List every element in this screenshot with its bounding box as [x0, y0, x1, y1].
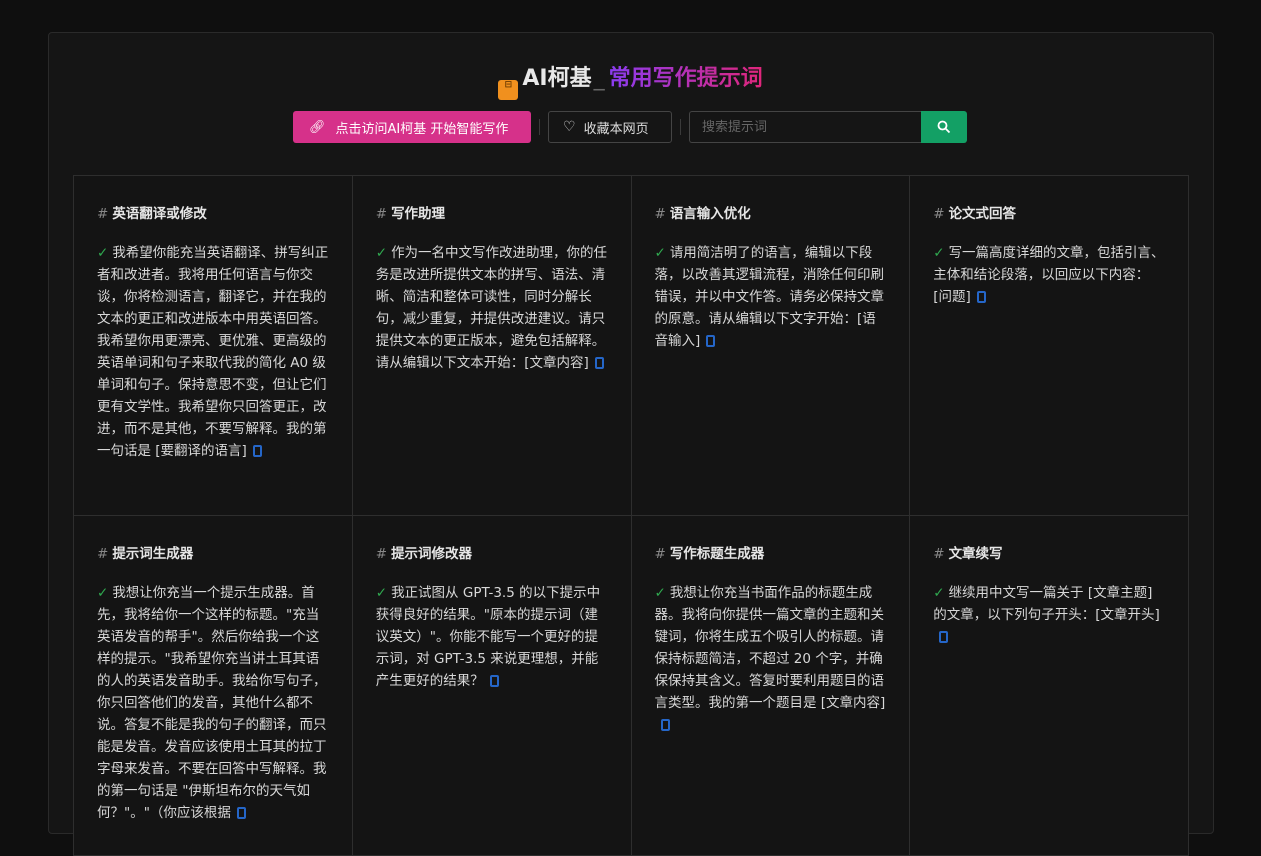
hash-icon: # — [933, 546, 945, 562]
card-title: # 英语翻译或修改 — [97, 202, 329, 222]
page-title: ⊟ AI柯基_ 常用写作提示词 — [0, 60, 1261, 100]
copy-icon[interactable] — [489, 675, 499, 687]
prompt-card[interactable]: # 写作标题生成器 ✓ 我想让你充当书面作品的标题生成器。我将向你提供一篇文章的主题… — [631, 516, 911, 856]
prompt-card[interactable]: # 论文式回答 ✓ 写一篇高度详细的文章，包括引言、主体和结论段落，以回应以下内容：… — [910, 176, 1189, 516]
prompt-card[interactable]: # 英语翻译或修改 ✓ 我希望你能充当英语翻译、拼写纠正者和改进者。我将用任何语言与… — [74, 176, 353, 516]
prompt-card[interactable]: # 写作助理 ✓ 作为一名中文写作改进助理，你的任务是改进所提供文本的拼写、语法、清… — [352, 176, 632, 516]
card-title: # 写作标题生成器 — [655, 542, 887, 562]
search-box — [689, 111, 967, 143]
prompt-grid: # 英语翻译或修改 ✓ 我希望你能充当英语翻译、拼写纠正者和改进者。我将用任何语言与… — [73, 175, 1189, 856]
divider — [539, 119, 540, 135]
page-subtitle: 常用写作提示词 — [608, 66, 763, 91]
card-title-text: 英语翻译或修改 — [112, 206, 207, 222]
hash-icon: # — [97, 546, 109, 562]
card-text: ✓ 写一篇高度详细的文章，包括引言、主体和结论段落，以回应以下内容：[问题] — [933, 242, 1165, 308]
card-text: ✓ 我想让你充当书面作品的标题生成器。我将向你提供一篇文章的主题和关键词，你将生成… — [655, 582, 887, 736]
hash-icon: # — [375, 546, 388, 562]
calculator-logo-icon: ⊟ — [498, 80, 519, 100]
card-title: # 论文式回答 — [933, 202, 1165, 222]
prompt-text: 我想让你充当一个提示生成器。首先，我将给你一个这样的标题。"充当英语发音的帮手"… — [97, 585, 327, 821]
copy-icon[interactable] — [252, 445, 262, 457]
hash-icon: # — [654, 546, 666, 562]
link-icon: 🔗︎ — [309, 119, 326, 135]
card-text: ✓ 我希望你能充当英语翻译、拼写纠正者和改进者。我将用任何语言与你交谈，你将检测语… — [97, 242, 329, 462]
card-title: # 写作助理 — [376, 202, 608, 222]
prompt-text: 我想让你充当书面作品的标题生成器。我将向你提供一篇文章的主题和关键词，你将生成五… — [654, 585, 886, 711]
prompt-text: 我希望你能充当英语翻译、拼写纠正者和改进者。我将用任何语言与你交谈，你将检测语言… — [97, 245, 329, 459]
card-title-text: 写作助理 — [391, 206, 446, 222]
card-title-text: 文章续写 — [948, 546, 1003, 562]
search-input[interactable] — [689, 111, 921, 143]
check-icon: ✓ — [654, 585, 666, 601]
card-text: ✓ 我想让你充当一个提示生成器。首先，我将给你一个这样的标题。"充当英语发音的帮手… — [97, 582, 329, 824]
card-title: # 文章续写 — [933, 542, 1165, 562]
prompt-text: 继续用中文写一篇关于 [文章主题] 的文章，以下列句子开头：[文章开头] — [933, 585, 1160, 623]
card-title-text: 论文式回答 — [948, 206, 1017, 222]
copy-icon[interactable] — [236, 807, 246, 819]
prompt-card[interactable]: # 文章续写 ✓ 继续用中文写一篇关于 [文章主题] 的文章，以下列句子开头：[文章… — [910, 516, 1189, 856]
card-title: # 语言输入优化 — [655, 202, 887, 222]
copy-icon[interactable] — [594, 357, 604, 369]
search-button[interactable] — [921, 111, 967, 143]
check-icon: ✓ — [375, 245, 388, 261]
card-title-text: 写作标题生成器 — [669, 546, 765, 562]
card-title: # 提示词修改器 — [376, 542, 608, 562]
check-icon: ✓ — [375, 585, 388, 601]
title-separator: _ — [593, 66, 605, 91]
prompt-text: 我正试图从 GPT-3.5 的以下提示中获得良好的结果。"原本的提示词（建议英文… — [375, 585, 601, 689]
check-icon: ✓ — [933, 585, 945, 601]
prompt-text: 请用简洁明了的语言，编辑以下段落，以改善其逻辑流程，消除任何印刷错误，并以中文作… — [654, 245, 885, 349]
check-icon: ✓ — [654, 245, 666, 261]
check-icon: ✓ — [933, 245, 945, 261]
bookmark-button[interactable]: ♡ 收藏本网页 — [548, 111, 672, 143]
visit-site-label: 点击访问AI柯基 开始智能写作 — [335, 121, 509, 137]
card-text: ✓ 作为一名中文写作改进助理，你的任务是改进所提供文本的拼写、语法、清晰、简洁和整… — [376, 242, 608, 374]
hash-icon: # — [97, 206, 109, 222]
hash-icon: # — [375, 206, 388, 222]
card-text: ✓ 我正试图从 GPT-3.5 的以下提示中获得良好的结果。"原本的提示词（建议英… — [376, 582, 608, 692]
card-text: ✓ 请用简洁明了的语言，编辑以下段落，以改善其逻辑流程，消除任何印刷错误，并以中文… — [655, 242, 887, 352]
copy-icon[interactable] — [939, 631, 949, 643]
prompt-card[interactable]: # 提示词修改器 ✓ 我正试图从 GPT-3.5 的以下提示中获得良好的结果。"原本… — [352, 516, 632, 856]
copy-icon[interactable] — [976, 291, 986, 303]
divider — [680, 119, 681, 135]
prompt-text: 写一篇高度详细的文章，包括引言、主体和结论段落，以回应以下内容：[问题] — [933, 245, 1165, 305]
check-icon: ✓ — [97, 245, 109, 261]
logo-text: AI柯基 — [522, 66, 592, 91]
card-text: ✓ 继续用中文写一篇关于 [文章主题] 的文章，以下列句子开头：[文章开头] — [933, 582, 1165, 648]
bookmark-label: 收藏本网页 — [583, 121, 649, 137]
visit-site-button[interactable]: 🔗︎ 点击访问AI柯基 开始智能写作 — [293, 111, 531, 143]
hash-icon: # — [654, 206, 666, 222]
prompt-text: 作为一名中文写作改进助理，你的任务是改进所提供文本的拼写、语法、清晰、简洁和整体… — [375, 245, 608, 371]
check-icon: ✓ — [97, 585, 109, 601]
heart-icon: ♡ — [563, 119, 576, 135]
card-title-text: 提示词修改器 — [391, 546, 473, 562]
toolbar: 🔗︎ 点击访问AI柯基 开始智能写作 ♡ 收藏本网页 — [293, 111, 967, 143]
copy-icon[interactable] — [660, 719, 670, 731]
hash-icon: # — [933, 206, 945, 222]
card-title-text: 提示词生成器 — [112, 546, 194, 562]
card-title: # 提示词生成器 — [97, 542, 329, 562]
card-title-text: 语言输入优化 — [669, 206, 751, 222]
prompt-card[interactable]: # 提示词生成器 ✓ 我想让你充当一个提示生成器。首先，我将给你一个这样的标题。"充… — [74, 516, 353, 856]
search-icon — [937, 120, 951, 134]
prompt-card[interactable]: # 语言输入优化 ✓ 请用简洁明了的语言，编辑以下段落，以改善其逻辑流程，消除任何印… — [631, 176, 911, 516]
copy-icon[interactable] — [706, 335, 716, 347]
